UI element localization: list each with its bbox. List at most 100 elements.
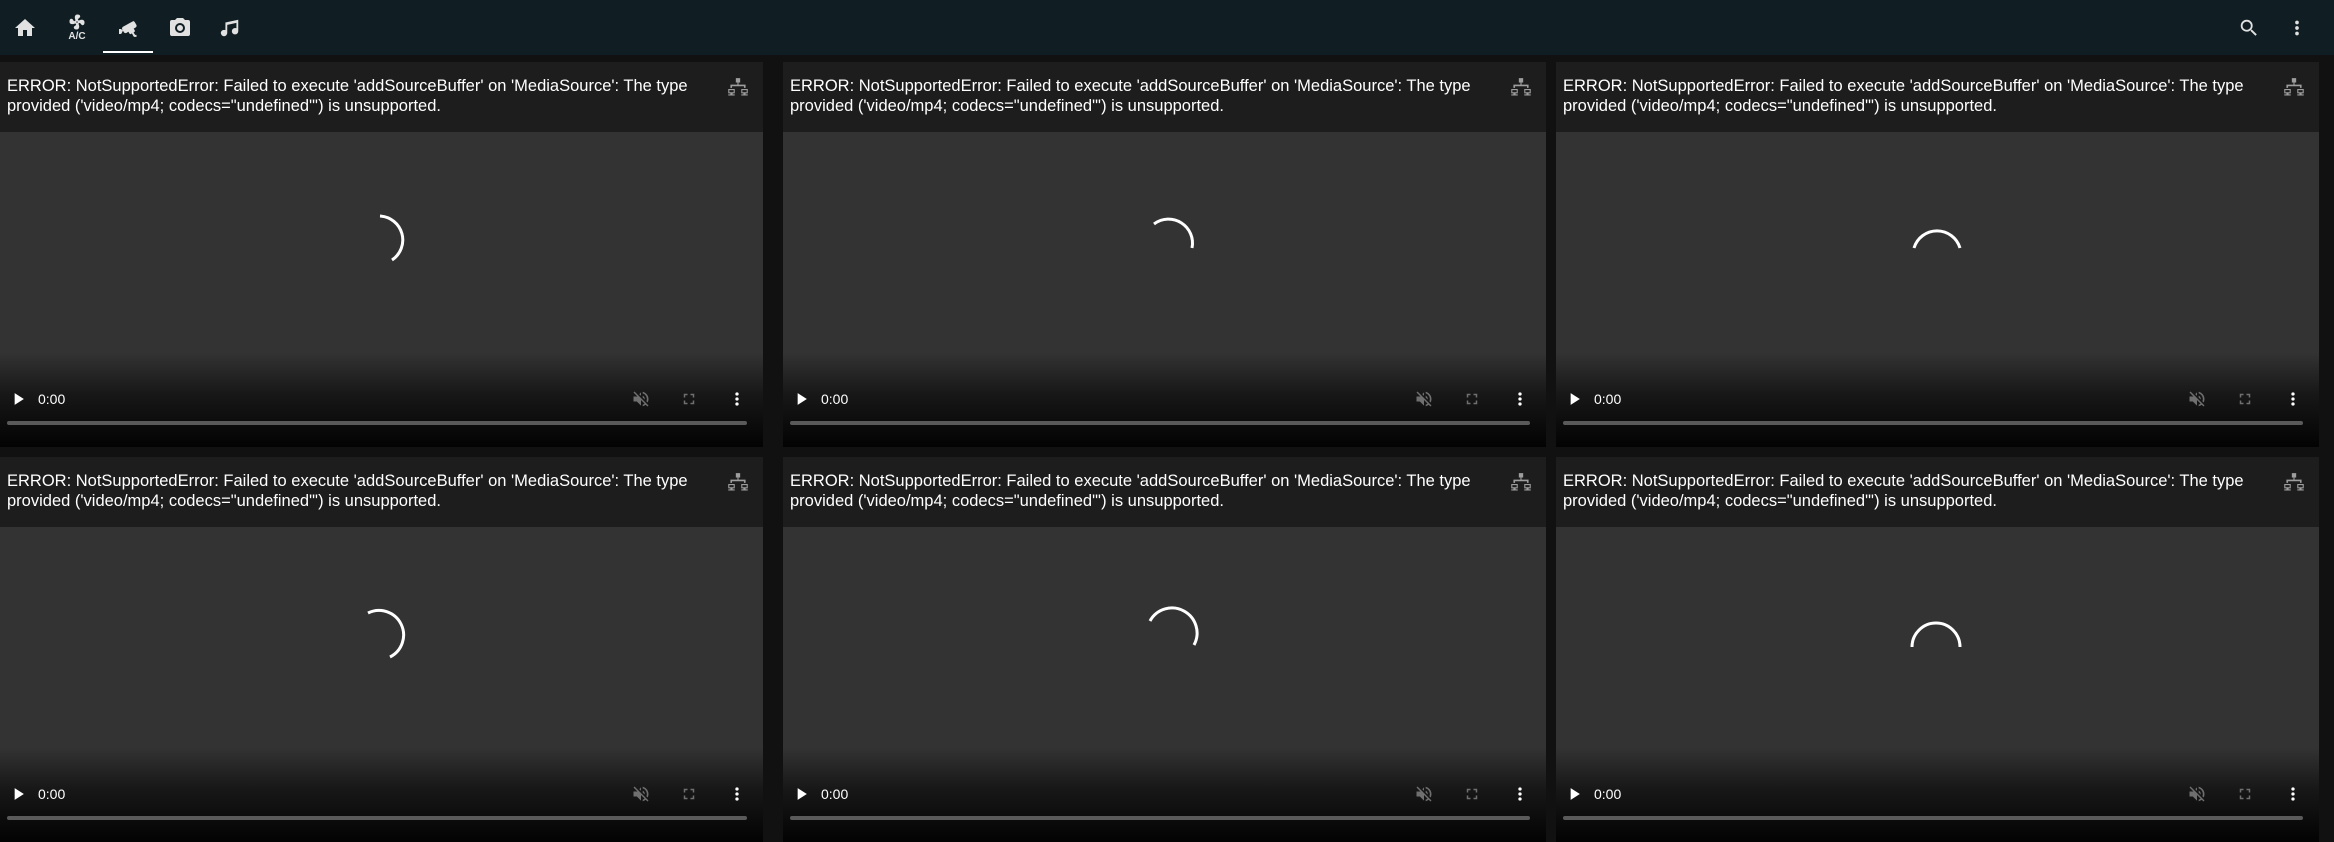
- mute-button[interactable]: [630, 783, 652, 805]
- lan-icon: [1511, 78, 1531, 96]
- fullscreen-icon: [1466, 393, 1478, 405]
- card-header: ERROR: NotSupportedError: Failed to exec…: [1556, 62, 2319, 132]
- top-app-bar: A/C: [0, 0, 2334, 55]
- play-icon: [797, 393, 807, 405]
- fullscreen-button[interactable]: [678, 783, 700, 805]
- seek-bar[interactable]: [7, 816, 747, 820]
- current-time: 0:00: [1594, 391, 1622, 407]
- error-message: ERROR: NotSupportedError: Failed to exec…: [7, 472, 688, 510]
- play-button[interactable]: [1564, 389, 1584, 409]
- play-button[interactable]: [791, 784, 811, 804]
- loading-spinner-icon: [379, 214, 405, 262]
- current-time: 0:00: [821, 786, 849, 802]
- seek-bar[interactable]: [1563, 816, 2303, 820]
- camera-card: ERROR: NotSupportedError: Failed to exec…: [783, 62, 1546, 447]
- fullscreen-button[interactable]: [1461, 783, 1483, 805]
- card-header: ERROR: NotSupportedError: Failed to exec…: [1556, 457, 2319, 527]
- tab-cctv[interactable]: [103, 0, 153, 55]
- tab-music[interactable]: [205, 0, 255, 55]
- current-time: 0:00: [1594, 786, 1622, 802]
- tab-ac-label: A/C: [68, 31, 86, 42]
- play-icon: [1570, 393, 1580, 405]
- video-options-button[interactable]: [726, 783, 748, 805]
- error-message: ERROR: NotSupportedError: Failed to exec…: [7, 77, 688, 115]
- lan-icon: [728, 78, 748, 96]
- video-options-button[interactable]: [1509, 783, 1531, 805]
- tab-home[interactable]: [0, 0, 50, 55]
- music-note-icon: [220, 19, 239, 36]
- stream-source-button[interactable]: [2281, 76, 2307, 102]
- mute-button[interactable]: [2186, 783, 2208, 805]
- play-button[interactable]: [791, 389, 811, 409]
- fullscreen-button[interactable]: [2234, 783, 2256, 805]
- lan-icon: [1511, 473, 1531, 491]
- play-icon: [14, 393, 24, 405]
- stream-source-button[interactable]: [725, 471, 751, 497]
- play-icon: [797, 788, 807, 800]
- more-vertical-icon: [1518, 787, 1522, 801]
- more-vertical-icon: [2291, 392, 2295, 406]
- play-button[interactable]: [1564, 784, 1584, 804]
- search-button[interactable]: [2226, 0, 2272, 55]
- fullscreen-button[interactable]: [1461, 388, 1483, 410]
- fullscreen-button[interactable]: [2234, 388, 2256, 410]
- video-options-button[interactable]: [1509, 388, 1531, 410]
- loading-spinner-icon: [1910, 621, 1962, 648]
- volume-off-icon: [633, 391, 649, 407]
- stream-source-button[interactable]: [2281, 471, 2307, 497]
- more-options-button[interactable]: [2274, 0, 2320, 55]
- mute-button[interactable]: [1413, 783, 1435, 805]
- camera-card: ERROR: NotSupportedError: Failed to exec…: [1556, 457, 2319, 842]
- card-header: ERROR: NotSupportedError: Failed to exec…: [0, 457, 763, 527]
- camera-card: ERROR: NotSupportedError: Failed to exec…: [0, 62, 763, 447]
- video-player[interactable]: 0:00: [1556, 527, 2319, 842]
- play-icon: [1570, 788, 1580, 800]
- fullscreen-button[interactable]: [678, 388, 700, 410]
- lan-icon: [2284, 473, 2304, 491]
- seek-bar[interactable]: [7, 421, 747, 425]
- mute-button[interactable]: [630, 388, 652, 410]
- volume-off-icon: [2189, 391, 2205, 407]
- video-options-button[interactable]: [2282, 388, 2304, 410]
- video-player[interactable]: 0:00: [1556, 132, 2319, 447]
- mute-button[interactable]: [1413, 388, 1435, 410]
- stream-source-button[interactable]: [1508, 471, 1534, 497]
- camera-card: ERROR: NotSupportedError: Failed to exec…: [783, 457, 1546, 842]
- video-player[interactable]: 0:00: [783, 527, 1546, 842]
- error-message: ERROR: NotSupportedError: Failed to exec…: [790, 472, 1471, 510]
- more-vertical-icon: [1518, 392, 1522, 406]
- mute-button[interactable]: [2186, 388, 2208, 410]
- more-vertical-icon: [2291, 787, 2295, 801]
- camera-icon: [170, 17, 190, 36]
- lan-icon: [728, 473, 748, 491]
- stream-source-button[interactable]: [1508, 76, 1534, 102]
- volume-off-icon: [1416, 391, 1432, 407]
- error-message: ERROR: NotSupportedError: Failed to exec…: [1563, 77, 2244, 115]
- seek-bar[interactable]: [790, 816, 1530, 820]
- loading-spinner-icon: [1912, 229, 1962, 249]
- home-icon: [15, 18, 35, 36]
- card-header: ERROR: NotSupportedError: Failed to exec…: [0, 62, 763, 132]
- video-options-button[interactable]: [2282, 783, 2304, 805]
- cctv-icon: [119, 20, 137, 37]
- tab-ac[interactable]: A/C: [52, 0, 102, 55]
- fullscreen-icon: [1466, 788, 1478, 800]
- video-player[interactable]: 0:00: [0, 527, 763, 842]
- current-time: 0:00: [38, 391, 66, 407]
- current-time: 0:00: [821, 391, 849, 407]
- video-player[interactable]: 0:00: [0, 132, 763, 447]
- stream-source-button[interactable]: [725, 76, 751, 102]
- fullscreen-icon: [683, 393, 695, 405]
- error-message: ERROR: NotSupportedError: Failed to exec…: [1563, 472, 2244, 510]
- tab-camera[interactable]: [155, 0, 205, 55]
- fullscreen-icon: [2239, 788, 2251, 800]
- volume-off-icon: [2189, 786, 2205, 802]
- play-button[interactable]: [8, 784, 28, 804]
- play-button[interactable]: [8, 389, 28, 409]
- seek-bar[interactable]: [790, 421, 1530, 425]
- seek-bar[interactable]: [1563, 421, 2303, 425]
- more-vertical-icon: [735, 787, 739, 801]
- video-player[interactable]: 0:00: [783, 132, 1546, 447]
- video-options-button[interactable]: [726, 388, 748, 410]
- current-time: 0:00: [38, 786, 66, 802]
